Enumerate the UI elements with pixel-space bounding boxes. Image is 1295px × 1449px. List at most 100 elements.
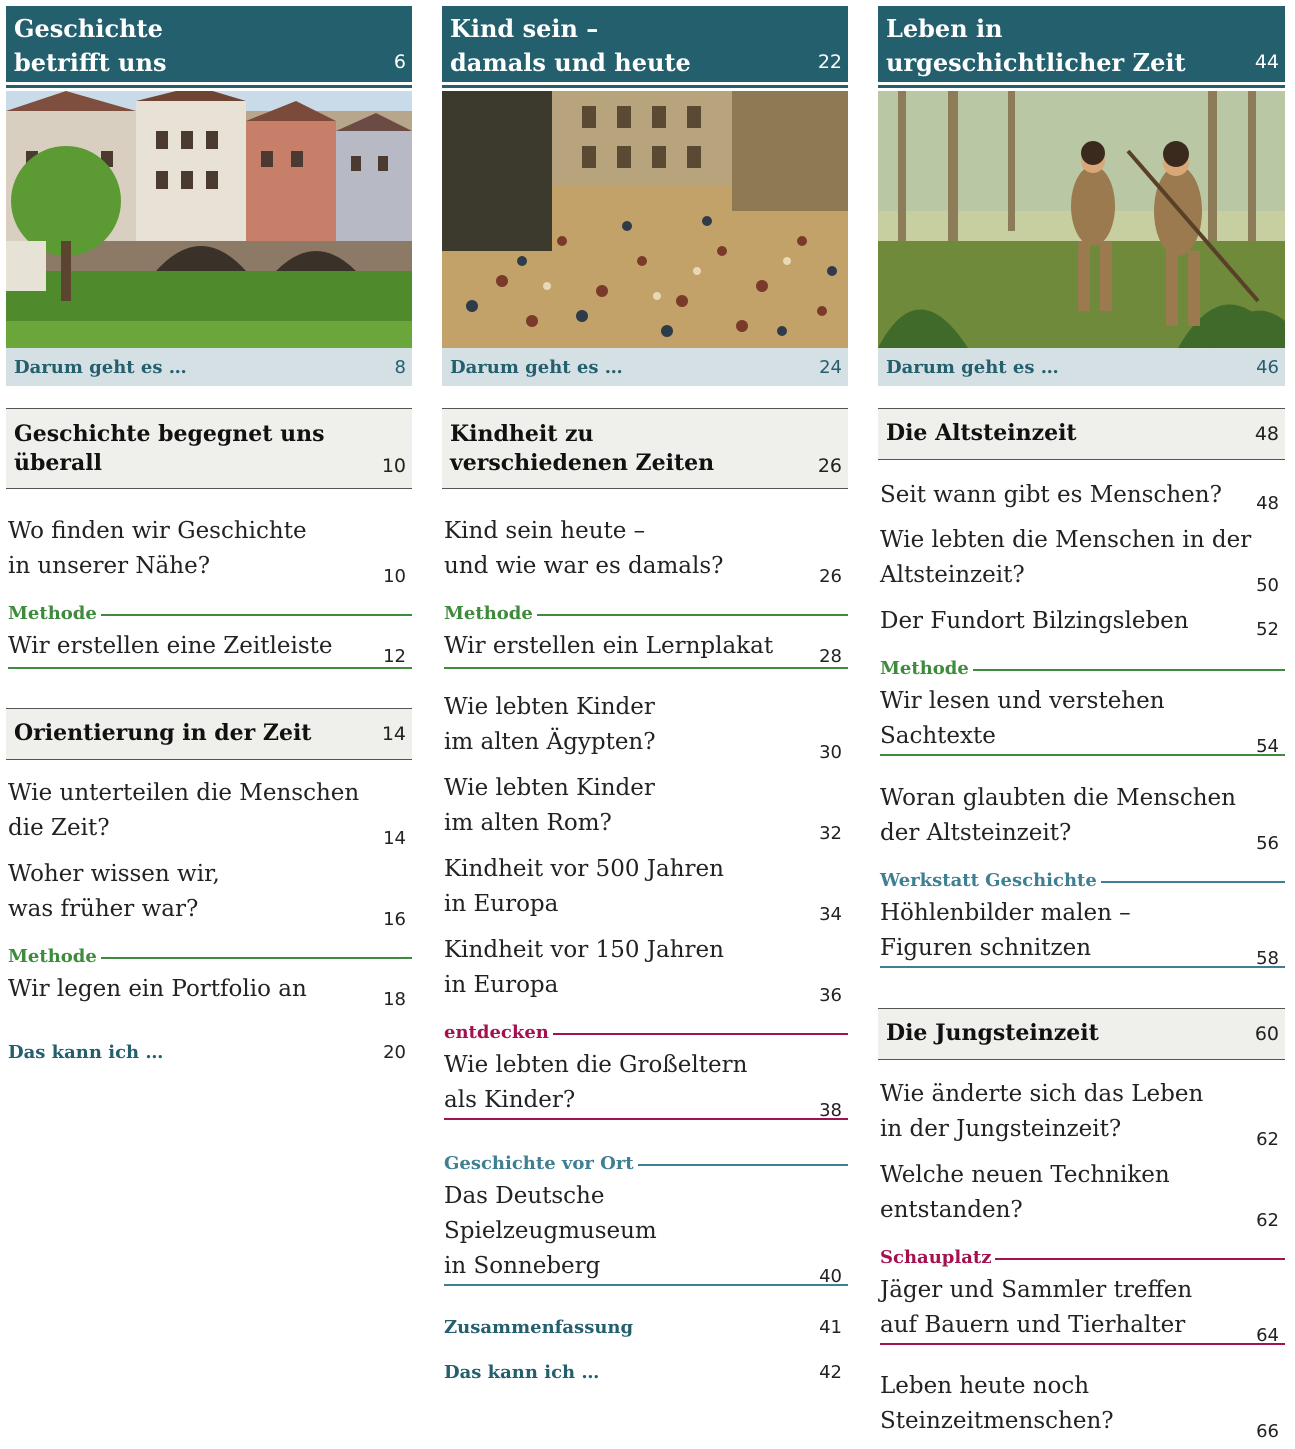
entry-text: Wie änderte sich das Leben in der Jungste… — [880, 1081, 1204, 1142]
entry-page: 40 — [819, 1266, 842, 1287]
entry-page: 14 — [383, 828, 406, 849]
entry-text: Wir erstellen ein Lernplakat — [444, 633, 774, 659]
methode-label: Methode — [8, 603, 101, 624]
darum-page: 46 — [1256, 357, 1279, 378]
toc-entry[interactable]: Wie lebten Kinder im alten Ägypten? 30 — [442, 690, 848, 763]
darum-label: Darum geht es … — [886, 357, 1059, 378]
toc-entry-methode[interactable]: Wir lesen und verstehen Sachtexte 54 — [878, 684, 1285, 757]
column-2: Kind sein – damals und heute 22 Darum ge… — [442, 6, 848, 1383]
toc-entry[interactable]: Wie lebten Kinder im alten Rom? 32 — [442, 771, 848, 844]
link-page: 20 — [383, 1042, 406, 1063]
entry-page: 36 — [819, 985, 842, 1006]
entry-page: 62 — [1256, 1210, 1279, 1231]
section-geschichte-begegnet-uns[interactable]: Geschichte begegnet uns überall 10 — [6, 408, 412, 489]
entry-underline — [444, 1284, 848, 1286]
schauplatz-label: Schauplatz — [880, 1247, 996, 1268]
section-orientierung[interactable]: Orientierung in der Zeit 14 — [6, 708, 412, 760]
toc-entry[interactable]: Wie lebten die Menschen in der Altsteinze… — [878, 523, 1285, 596]
entry-text: Welche neuen Techniken entstanden? — [880, 1162, 1170, 1223]
toc-entry-methode[interactable]: Wir legen ein Portfolio an 18 — [6, 972, 412, 1012]
link-label: Das kann ich … — [8, 1042, 164, 1063]
column-3: Leben in urgeschichtlicher Zeit 44 Darum… — [878, 6, 1285, 1442]
entry-text: Das Deutsche Spielzeugmuseum in Sonneberg — [444, 1183, 657, 1279]
chapter-page: 22 — [817, 51, 842, 73]
entry-page: 34 — [819, 904, 842, 925]
entry-underline — [8, 667, 412, 669]
toc-entry[interactable]: Kindheit vor 500 Jahren in Europa 34 — [442, 852, 848, 925]
chapter-title: Geschichte betrifft uns — [14, 14, 167, 77]
entry-text: Höhlenbilder malen – Figuren schnitzen — [880, 900, 1131, 961]
entry-page: 52 — [1256, 619, 1279, 640]
vor-ort-label: Geschichte vor Ort — [444, 1153, 638, 1174]
entry-underline — [444, 667, 848, 669]
toc-entry[interactable]: Woran glaubten die Menschen der Altsteinz… — [878, 781, 1285, 854]
section-title: Geschichte begegnet uns überall — [14, 421, 325, 476]
entry-page: 54 — [1256, 736, 1279, 757]
werkstatt-label: Werkstatt Geschichte — [880, 870, 1101, 891]
entry-page: 48 — [1256, 493, 1279, 514]
section-altsteinzeit[interactable]: Die Altsteinzeit 48 — [878, 408, 1285, 460]
section-kindheit-zu-verschiedenen-zeiten[interactable]: Kindheit zu verschiedenen Zeiten 26 — [442, 408, 848, 489]
link-label: Zusammenfassung — [444, 1317, 634, 1338]
chapter-header[interactable]: Geschichte betrifft uns 6 — [6, 6, 412, 85]
entry-text: Wie unterteilen die Menschen die Zeit? — [8, 780, 360, 841]
entry-text: Wie lebten Kinder im alten Ägypten? — [444, 694, 656, 755]
section-title: Orientierung in der Zeit — [14, 720, 312, 746]
entry-page: 30 — [819, 742, 842, 763]
toc-entry-schauplatz[interactable]: Jäger und Sammler treffen auf Bauern und … — [878, 1273, 1285, 1346]
toc-entry[interactable]: Wie unterteilen die Menschen die Zeit? 14 — [6, 776, 412, 849]
entry-text: Kindheit vor 500 Jahren in Europa — [444, 856, 724, 917]
toc-entry[interactable]: Welche neuen Techniken entstanden? 62 — [878, 1158, 1285, 1231]
chapter-page: 6 — [393, 51, 406, 73]
chapter-photo-stone-age-hunters — [878, 91, 1285, 348]
entry-text: Woran glaubten die Menschen der Altsteinz… — [880, 785, 1236, 846]
entry-text: Wie lebten die Menschen in der Altsteinze… — [880, 527, 1252, 588]
entry-text: Kind sein heute – und wie war es damals? — [444, 518, 724, 579]
entry-text: Woher wissen wir, was früher war? — [8, 861, 220, 922]
toc-entry-werkstatt[interactable]: Höhlenbilder malen – Figuren schnitzen 58 — [878, 896, 1285, 969]
toc-entry[interactable]: Leben heute noch Steinzeitmenschen? 66 — [878, 1369, 1285, 1442]
section-page: 48 — [1254, 423, 1279, 445]
entry-text: Wie lebten die Großeltern als Kinder? — [444, 1052, 748, 1113]
toc-entry[interactable]: Woher wissen wir, was früher war? 16 — [6, 857, 412, 930]
section-jungsteinzeit[interactable]: Die Jungsteinzeit 60 — [878, 1008, 1285, 1060]
toc-entry[interactable]: Kind sein heute – und wie war es damals? … — [442, 514, 848, 587]
darum-geht-es-link[interactable]: Darum geht es … 24 — [442, 348, 848, 386]
toc-entry[interactable]: Kindheit vor 150 Jahren in Europa 36 — [442, 933, 848, 1006]
section-page: 14 — [381, 723, 406, 745]
chapter-title: Leben in urgeschichtlicher Zeit — [886, 14, 1186, 77]
chapter-header[interactable]: Kind sein – damals und heute 22 — [442, 6, 848, 85]
darum-page: 8 — [394, 357, 406, 378]
entry-page: 64 — [1256, 1325, 1279, 1346]
toc-entry[interactable]: Wie änderte sich das Leben in der Jungste… — [878, 1077, 1285, 1150]
methode-tag: Methode — [442, 603, 848, 625]
entry-text: Leben heute noch Steinzeitmenschen? — [880, 1373, 1114, 1434]
darum-geht-es-link[interactable]: Darum geht es … 46 — [878, 348, 1285, 386]
methode-label: Methode — [444, 603, 537, 624]
darum-label: Darum geht es … — [14, 357, 187, 378]
toc-entry-methode[interactable]: Wir erstellen ein Lernplakat 28 — [442, 629, 848, 669]
toc-entry[interactable]: Wo finden wir Geschichte in unserer Nähe?… — [6, 514, 412, 587]
section-title: Die Jungsteinzeit — [886, 1020, 1099, 1046]
darum-page: 24 — [819, 357, 842, 378]
chapter-header[interactable]: Leben in urgeschichtlicher Zeit 44 — [878, 6, 1285, 85]
toc-entry-entdecken[interactable]: Wie lebten die Großeltern als Kinder? 38 — [442, 1048, 848, 1121]
toc-entry[interactable]: Seit wann gibt es Menschen? 48 — [878, 478, 1285, 514]
entry-page: 16 — [383, 909, 406, 930]
column-1: Geschichte betrifft uns 6 Darum geht es … — [6, 6, 412, 1063]
entdecken-tag: entdecken — [442, 1022, 848, 1044]
toc-entry[interactable]: Der Fundort Bilzingsleben 52 — [878, 604, 1285, 640]
toc-entry-methode[interactable]: Wir erstellen eine Zeitleiste 12 — [6, 629, 412, 669]
section-page: 26 — [817, 455, 842, 477]
entry-text: Wir legen ein Portfolio an — [8, 976, 307, 1002]
entry-page: 10 — [383, 566, 406, 587]
section-title: Kindheit zu verschiedenen Zeiten — [450, 421, 715, 476]
toc-entry-vor-ort[interactable]: Das Deutsche Spielzeugmuseum in Sonneberg … — [442, 1179, 848, 1287]
methode-tag: Methode — [6, 946, 412, 968]
chapter-title: Kind sein – damals und heute — [450, 14, 691, 77]
darum-label: Darum geht es … — [450, 357, 623, 378]
section-page: 10 — [381, 455, 406, 477]
entry-underline — [444, 1118, 848, 1120]
darum-geht-es-link[interactable]: Darum geht es … 8 — [6, 348, 412, 386]
entry-underline — [880, 1343, 1285, 1345]
